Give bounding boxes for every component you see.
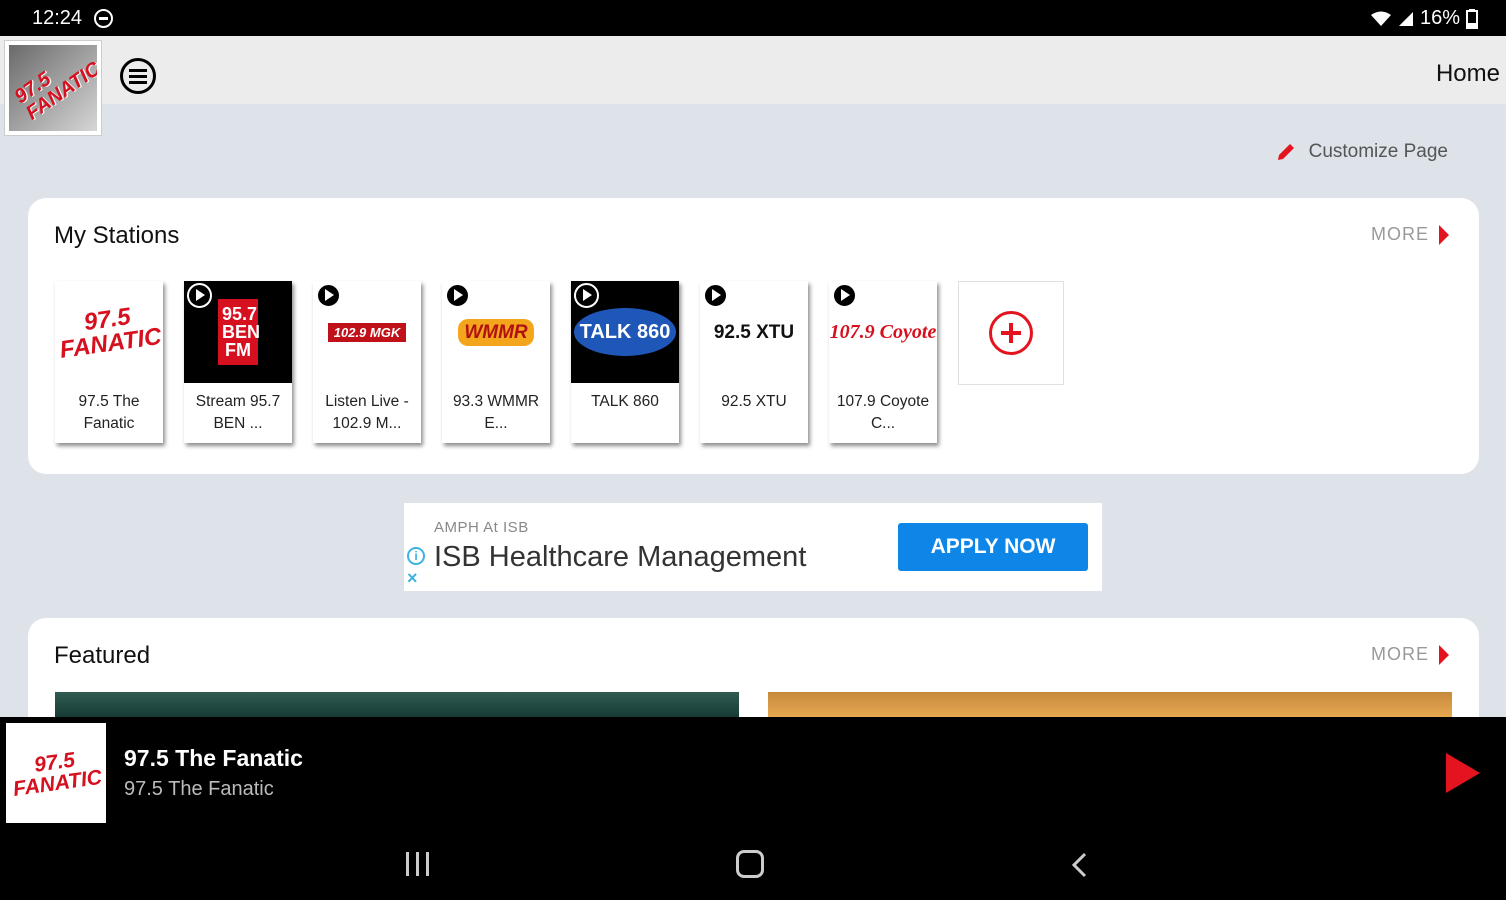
ad-sponsor: AMPH At ISB <box>434 519 529 536</box>
now-playing-thumbnail-text: 97.5 FANATIC <box>11 748 104 802</box>
station-art-text: 92.5 XTU <box>713 321 795 343</box>
featured-item-image[interactable] <box>55 692 739 718</box>
play-icon <box>832 283 857 308</box>
station-art-text: 97.5 FANATIC <box>58 303 163 364</box>
station-label: Listen Live - 102.9 M... <box>325 393 409 432</box>
station-label: 107.9 Coyote C... <box>836 393 930 432</box>
add-circle-icon <box>989 311 1033 355</box>
system-nav-bar <box>0 828 1506 900</box>
add-station-button[interactable] <box>958 281 1064 385</box>
app-header <box>0 36 1506 104</box>
ad-close-icon[interactable]: × <box>407 569 418 587</box>
play-icon <box>187 283 212 308</box>
recents-icon[interactable] <box>406 852 432 876</box>
play-icon <box>316 283 341 308</box>
now-playing-thumbnail: 97.5 FANATIC <box>6 723 106 823</box>
signal-icon <box>1398 11 1413 26</box>
play-icon <box>445 283 470 308</box>
play-icon <box>574 283 599 308</box>
chevron-right-icon <box>1439 644 1449 665</box>
station-label: Stream 95.7 BEN ... <box>195 393 281 432</box>
apply-now-button[interactable]: APPLY NOW <box>898 523 1088 571</box>
station-tile-talk860[interactable]: TALK 860 TALK 860 <box>571 281 679 443</box>
do-not-disturb-icon <box>94 9 113 28</box>
station-art: 97.5 FANATIC <box>55 281 163 383</box>
station-tile-mgk[interactable]: 102.9 MGK Listen Live - 102.9 M... <box>313 281 421 443</box>
my-stations-more-button[interactable]: MORE <box>1371 224 1449 245</box>
station-art-text: 95.7 BEN FM <box>218 299 260 365</box>
now-playing-subtitle: 97.5 The Fanatic <box>124 778 274 800</box>
station-tile-fanatic[interactable]: 97.5 FANATIC 97.5 The Fanatic <box>55 281 163 443</box>
station-tile-xtu[interactable]: 92.5 XTU 92.5 XTU <box>700 281 808 443</box>
home-icon[interactable] <box>736 850 764 878</box>
status-indicators: 16% <box>1370 7 1478 30</box>
status-bar: 12:24 16% <box>0 0 1506 36</box>
more-label: MORE <box>1371 224 1429 244</box>
pencil-icon <box>1277 144 1294 160</box>
more-label: MORE <box>1371 644 1429 664</box>
station-label: 92.5 XTU <box>721 393 787 410</box>
station-label: 93.3 WMMR E... <box>452 393 540 432</box>
play-icon <box>703 283 728 308</box>
station-logo-art: 97.5 FANATIC <box>9 45 97 131</box>
ad-banner[interactable]: i × AMPH At ISB ISB Healthcare Managemen… <box>404 503 1102 591</box>
station-tiles: 97.5 FANATIC 97.5 The Fanatic 95.7 BEN F… <box>55 281 1064 443</box>
battery-percent: 16% <box>1419 7 1460 29</box>
play-icon[interactable] <box>1446 753 1480 793</box>
status-time: 12:24 <box>32 7 83 29</box>
now-playing-title: 97.5 The Fanatic <box>124 745 303 771</box>
station-tile-ben[interactable]: 95.7 BEN FM Stream 95.7 BEN ... <box>184 281 292 443</box>
back-icon[interactable] <box>1070 852 1088 878</box>
station-logo[interactable]: 97.5 FANATIC <box>4 40 102 136</box>
station-art-text: TALK 860 <box>573 308 677 356</box>
station-tile-coyote[interactable]: 107.9 Coyote 107.9 Coyote C... <box>829 281 937 443</box>
featured-title: Featured <box>54 642 151 669</box>
station-logo-text: 97.5 FANATIC <box>10 57 97 125</box>
station-tile-wmmr[interactable]: WMMR 93.3 WMMR E... <box>442 281 550 443</box>
station-art-text: WMMR <box>458 318 534 346</box>
battery-icon <box>1466 8 1478 29</box>
featured-more-button[interactable]: MORE <box>1371 644 1449 665</box>
customize-page-button[interactable]: Customize Page <box>1275 141 1448 163</box>
now-playing-bar[interactable]: 97.5 FANATIC 97.5 The Fanatic 97.5 The F… <box>0 717 1506 828</box>
station-art-text: 107.9 Coyote <box>829 321 937 343</box>
station-label: TALK 860 <box>591 393 659 410</box>
menu-icon[interactable] <box>120 58 156 94</box>
ad-headline[interactable]: ISB Healthcare Management <box>434 541 806 574</box>
my-stations-title: My Stations <box>54 222 180 249</box>
ad-info-icon[interactable]: i <box>407 547 425 565</box>
station-art-text: 102.9 MGK <box>327 322 407 342</box>
wifi-icon <box>1370 11 1391 26</box>
customize-page-label: Customize Page <box>1308 141 1448 162</box>
featured-item-image[interactable] <box>768 692 1452 718</box>
station-label: 97.5 The Fanatic <box>78 393 140 432</box>
chevron-right-icon <box>1439 224 1449 245</box>
my-stations-card: My Stations MORE 97.5 FANATIC 97.5 The F… <box>28 198 1479 474</box>
page-title: Home <box>1435 60 1500 87</box>
